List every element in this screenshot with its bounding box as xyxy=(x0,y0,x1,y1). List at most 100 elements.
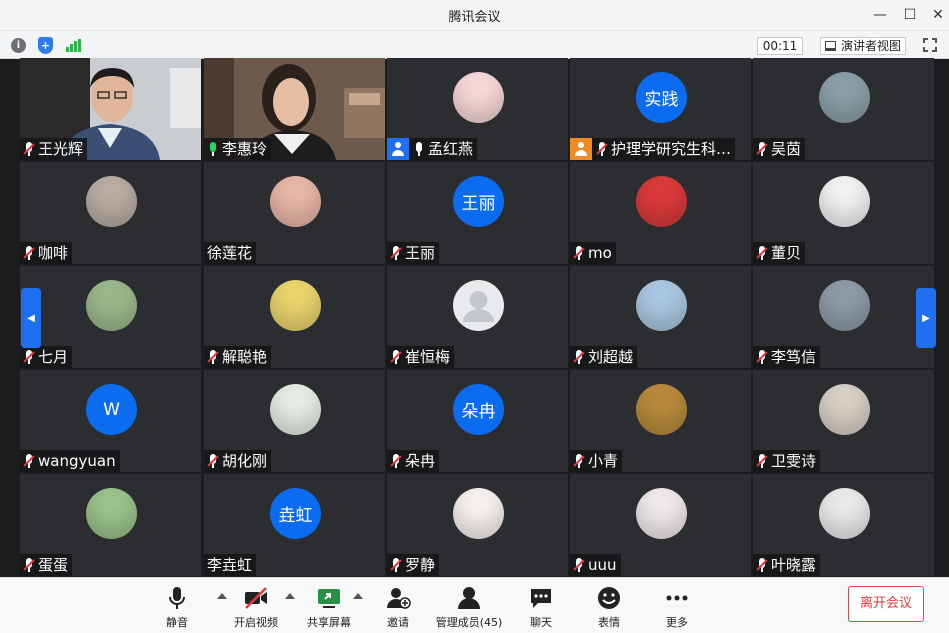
participant-avatar: 王丽 xyxy=(453,176,504,227)
participant-name-label: 孟红燕 xyxy=(387,138,478,160)
participant-name: 罗静 xyxy=(405,556,436,574)
participant-name: wangyuan xyxy=(38,452,116,470)
participant-avatar xyxy=(636,384,687,435)
participant-name-label: 咖啡 xyxy=(20,242,73,264)
participant-tile[interactable]: 卫雯诗 xyxy=(753,370,934,472)
cohost-badge-icon xyxy=(570,138,592,160)
share-screen-label: 共享屏幕 xyxy=(307,616,351,629)
mic-muted-icon xyxy=(596,142,608,156)
participant-avatar xyxy=(270,280,321,331)
participant-tile[interactable]: uuu xyxy=(570,474,751,576)
participant-name-label: 王丽 xyxy=(387,242,440,264)
participant-tile[interactable]: 蛋蛋 xyxy=(20,474,201,576)
invite-label: 邀请 xyxy=(387,616,409,629)
participant-avatar: 实践 xyxy=(636,72,687,123)
mic-muted-icon xyxy=(573,246,585,260)
next-page-arrow-icon[interactable]: ▶ xyxy=(916,288,936,348)
participant-tile[interactable]: 王光辉 xyxy=(20,58,201,160)
participant-name: 咖啡 xyxy=(38,244,69,262)
fullscreen-icon[interactable] xyxy=(923,38,937,52)
participant-name: 七月 xyxy=(38,348,69,366)
participant-tile[interactable]: 李笃信 xyxy=(753,266,934,368)
participant-name: 吴茵 xyxy=(771,140,802,158)
mic-muted-icon xyxy=(207,454,219,468)
participant-name: 护理学研究生科… xyxy=(611,140,732,158)
participant-name-label: 王光辉 xyxy=(20,138,88,160)
meeting-timer: 00:11 xyxy=(757,37,803,55)
participant-tile[interactable]: 胡化刚 xyxy=(204,370,385,472)
participant-name: 刘超越 xyxy=(588,348,634,366)
participant-tile[interactable]: 刘超越 xyxy=(570,266,751,368)
participant-tile[interactable]: 孟红燕 xyxy=(387,58,568,160)
mic-muted-icon xyxy=(390,454,402,468)
more-dots-icon xyxy=(666,595,688,601)
mic-muted-icon xyxy=(23,558,35,572)
share-screen-button[interactable]: 共享屏幕 xyxy=(294,582,364,630)
participant-tile[interactable]: 董贝 xyxy=(753,162,934,264)
meeting-toolbar: 静音 开启视频 共享屏幕 邀请 管理成员(45) 聊天 表情 更多 离开会议 xyxy=(0,577,949,633)
participant-tile[interactable]: 罗静 xyxy=(387,474,568,576)
participant-name-label: 徐莲花 xyxy=(204,242,257,264)
prev-page-arrow-icon[interactable]: ◀ xyxy=(21,288,41,348)
participant-avatar: W xyxy=(86,384,137,435)
invite-button[interactable]: 邀请 xyxy=(363,582,433,630)
participant-name: 李笃信 xyxy=(771,348,817,366)
participant-tile[interactable]: 垚虹 李垚虹 xyxy=(204,474,385,576)
manage-members-button[interactable]: 管理成员(45) xyxy=(429,582,509,630)
participant-tile[interactable]: 王丽 王丽 xyxy=(387,162,568,264)
participant-tile[interactable]: 叶晓露 xyxy=(753,474,934,576)
participant-name-label: 蛋蛋 xyxy=(20,554,73,576)
participant-avatar xyxy=(453,72,504,123)
participant-name: 小青 xyxy=(588,452,619,470)
speaker-view-label: 演讲者视图 xyxy=(841,39,902,53)
chat-bubble-icon xyxy=(531,589,551,608)
share-options-caret-icon[interactable] xyxy=(353,593,363,599)
participant-tile[interactable]: 李惠玲 xyxy=(204,58,385,160)
mic-muted-icon xyxy=(756,454,768,468)
window-title: 腾讯会议 xyxy=(448,10,501,25)
leave-meeting-button[interactable]: 离开会议 xyxy=(848,586,924,622)
more-button[interactable]: 更多 xyxy=(642,582,712,630)
participant-avatar xyxy=(819,280,870,331)
participant-tile[interactable]: 实践护理学研究生科… xyxy=(570,58,751,160)
maximize-icon[interactable]: ☐ xyxy=(899,4,921,26)
mic-on-icon xyxy=(207,142,219,156)
participant-name: 李惠玲 xyxy=(222,140,268,158)
mute-button[interactable]: 静音 xyxy=(142,582,212,630)
participant-tile[interactable]: 咖啡 xyxy=(20,162,201,264)
participant-tile[interactable]: Wwangyuan xyxy=(20,370,201,472)
participant-tile[interactable]: 徐莲花 xyxy=(204,162,385,264)
participant-avatar: 垚虹 xyxy=(270,488,321,539)
participant-tile[interactable]: 小青 xyxy=(570,370,751,472)
participant-name-label: 李垚虹 xyxy=(204,554,257,576)
mute-label: 静音 xyxy=(166,616,188,629)
participant-name-label: 董贝 xyxy=(753,242,806,264)
participant-name-label: 胡化刚 xyxy=(204,450,272,472)
reactions-button[interactable]: 表情 xyxy=(574,582,644,630)
minimize-icon[interactable]: — xyxy=(869,4,891,26)
network-signal-icon[interactable] xyxy=(66,39,82,52)
participant-tile[interactable]: 崔恒梅 xyxy=(387,266,568,368)
participant-name-label: wangyuan xyxy=(20,450,120,472)
info-icon[interactable]: i xyxy=(11,38,26,53)
participant-tile[interactable]: 朵冉 朵冉 xyxy=(387,370,568,472)
participant-name: 叶晓露 xyxy=(771,556,817,574)
participant-avatar xyxy=(453,488,504,539)
chat-button[interactable]: 聊天 xyxy=(506,582,576,630)
start-video-label: 开启视频 xyxy=(234,616,278,629)
title-bar: 腾讯会议 — ☐ ✕ xyxy=(0,0,949,30)
reactions-label: 表情 xyxy=(598,616,620,629)
close-icon[interactable]: ✕ xyxy=(927,4,949,26)
participant-name: uuu xyxy=(588,556,617,574)
security-shield-icon[interactable]: + xyxy=(38,37,53,54)
participant-name: 徐莲花 xyxy=(207,244,253,262)
participant-avatar xyxy=(636,488,687,539)
participant-tile[interactable]: 吴茵 xyxy=(753,58,934,160)
participant-tile[interactable]: mo xyxy=(570,162,751,264)
participant-name-label: 护理学研究生科… xyxy=(570,138,736,160)
participant-name-label: uuu xyxy=(570,554,621,576)
participant-tile[interactable]: 解聪艳 xyxy=(204,266,385,368)
speaker-view-button[interactable]: 演讲者视图 xyxy=(820,37,907,55)
participant-tile[interactable]: 七月 xyxy=(20,266,201,368)
start-video-button[interactable]: 开启视频 xyxy=(221,582,291,630)
